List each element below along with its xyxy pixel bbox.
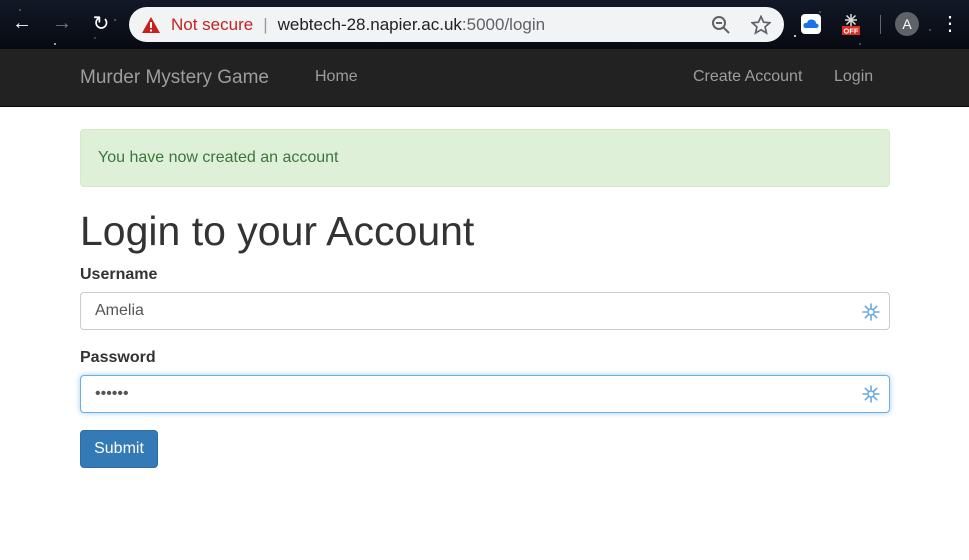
star-bookmark-icon[interactable] bbox=[749, 13, 773, 37]
password-manager-icon[interactable] bbox=[861, 384, 881, 404]
url-host: webtech-28.napier.ac.uk bbox=[277, 14, 462, 34]
forward-arrow-icon: → bbox=[52, 11, 72, 34]
site-navbar: Murder Mystery Game Home Create Account … bbox=[0, 49, 969, 107]
extension-off-icon[interactable]: OFF bbox=[839, 12, 863, 36]
page-title: Login to your Account bbox=[80, 208, 475, 254]
url-path: :5000/login bbox=[461, 14, 546, 34]
password-label: Password bbox=[80, 349, 156, 366]
profile-avatar[interactable]: A bbox=[895, 12, 919, 36]
zoom-icon[interactable] bbox=[709, 13, 733, 37]
svg-text:OFF: OFF bbox=[844, 27, 859, 36]
username-label: Username bbox=[80, 266, 158, 283]
back-button[interactable]: ← bbox=[9, 10, 35, 36]
security-status[interactable]: Not secure bbox=[171, 15, 253, 35]
warning-icon bbox=[141, 16, 161, 34]
submit-button[interactable]: Submit bbox=[80, 430, 158, 468]
password-manager-icon[interactable] bbox=[861, 302, 881, 322]
browser-toolbar: ← → ↻ Not secure | webtech-28.napier.ac.… bbox=[0, 0, 969, 49]
navbar-brand[interactable]: Murder Mystery Game bbox=[80, 67, 269, 89]
nav-link-create-account[interactable]: Create Account bbox=[693, 68, 802, 86]
back-arrow-icon: ← bbox=[12, 11, 32, 34]
nav-link-login[interactable]: Login bbox=[834, 68, 873, 86]
password-input[interactable] bbox=[80, 375, 890, 413]
cloud-extension-icon[interactable] bbox=[799, 12, 823, 36]
forward-button[interactable]: → bbox=[49, 10, 75, 36]
success-alert: You have now created an account bbox=[80, 129, 890, 187]
reload-icon: ↻ bbox=[92, 12, 110, 35]
nav-link-home[interactable]: Home bbox=[315, 68, 358, 86]
alert-message: You have now created an account bbox=[98, 149, 339, 166]
toolbar-divider bbox=[880, 15, 881, 34]
address-bar[interactable]: Not secure | webtech-28.napier.ac.uk:500… bbox=[129, 7, 784, 42]
url-separator: | bbox=[263, 14, 268, 34]
browser-menu-icon[interactable]: ⋮ bbox=[940, 12, 960, 36]
reload-button[interactable]: ↻ bbox=[88, 10, 114, 36]
username-input[interactable] bbox=[80, 292, 890, 330]
